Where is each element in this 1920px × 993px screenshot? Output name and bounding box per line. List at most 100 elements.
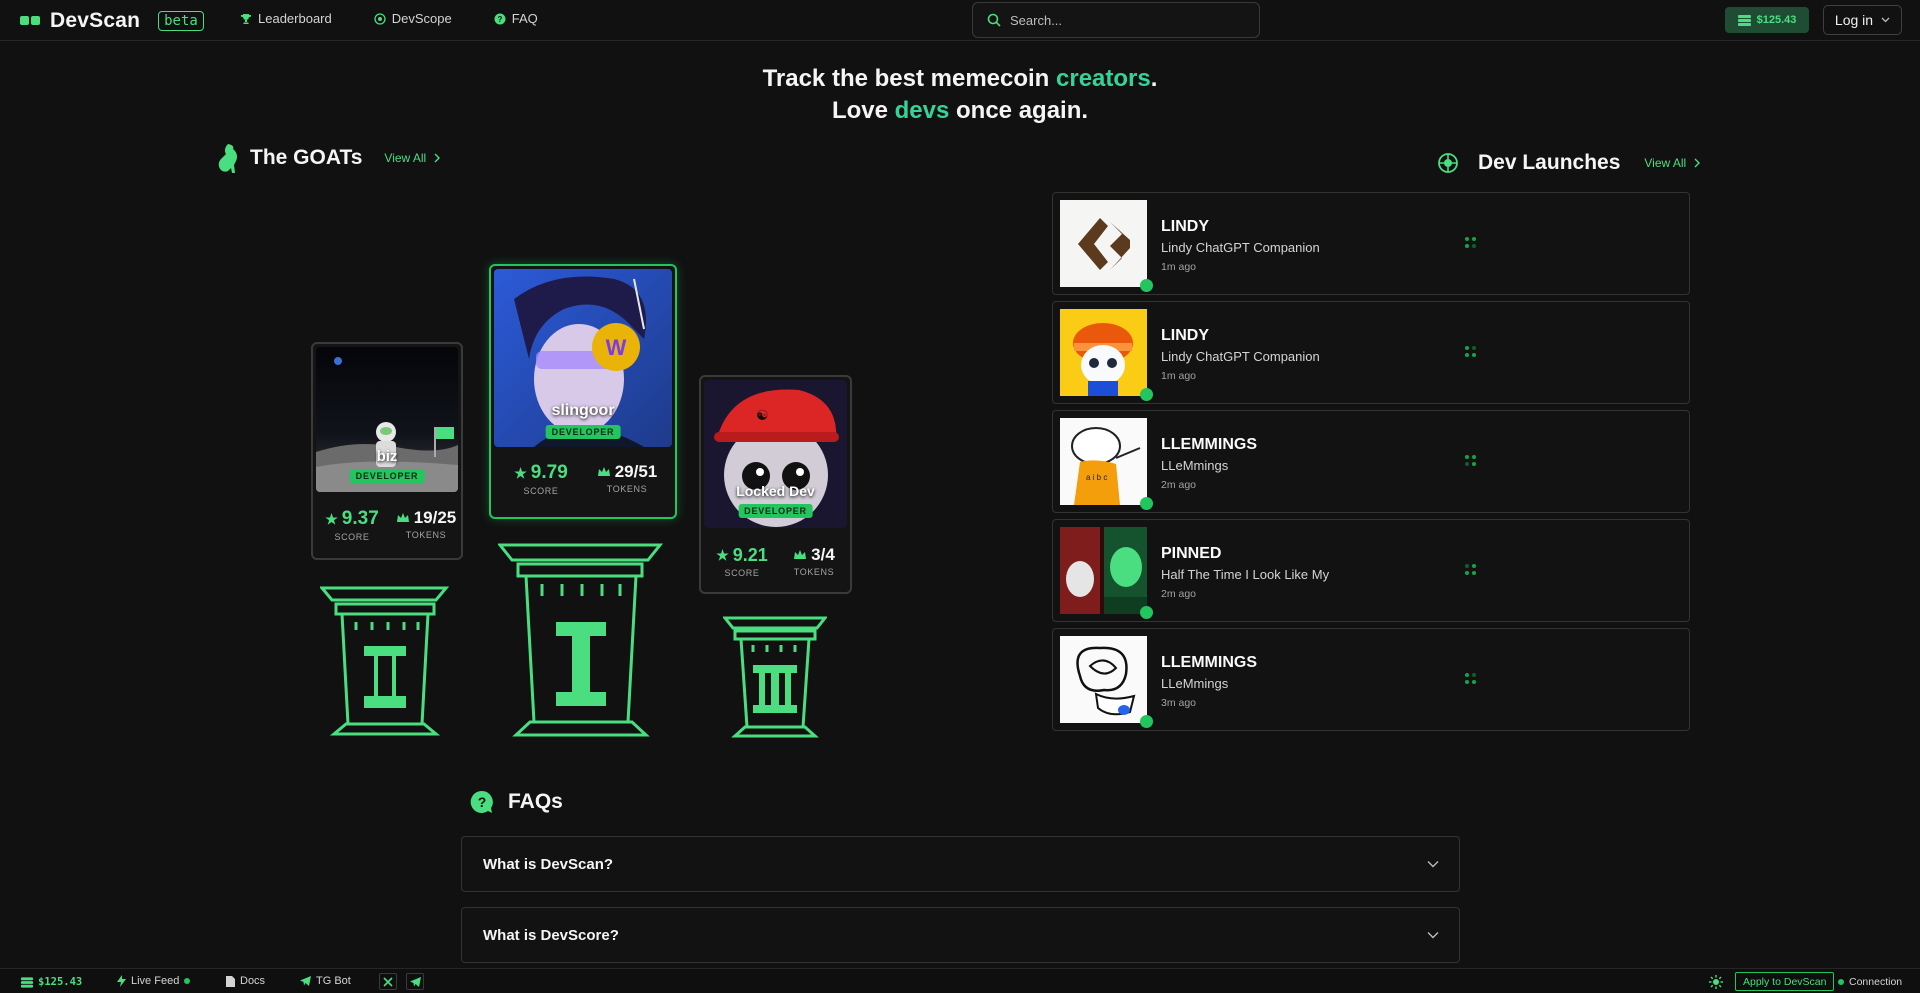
hero-text: Love xyxy=(831,97,895,124)
top-navbar: DevScan beta Leaderboard DevScope ? FAQ … xyxy=(0,0,1920,41)
score-stat: ★ 9.79 SCORE xyxy=(501,462,581,496)
question-bubble-icon: ? xyxy=(470,790,493,813)
footer-docs[interactable]: Docs xyxy=(226,975,265,987)
faq-question: What is DevScan? xyxy=(483,855,614,873)
score-label: SCORE xyxy=(724,568,760,578)
nav-item-leaderboard[interactable]: Leaderboard xyxy=(240,11,332,26)
goats-view-all-link[interactable]: View All xyxy=(384,151,441,165)
hero-accent: devs xyxy=(894,97,950,124)
tokens-label: TOKENS xyxy=(405,530,447,540)
search-box[interactable] xyxy=(972,2,1260,38)
dev-launches-title: Dev Launches xyxy=(1478,151,1621,174)
live-feed-label: Live Feed xyxy=(131,975,180,987)
goats-header: The GOATs View All xyxy=(216,143,441,173)
login-button[interactable]: Log in xyxy=(1823,5,1902,35)
score-value: 9.21 xyxy=(732,545,768,565)
launch-time: 3m ago xyxy=(1161,697,1197,709)
token-name: Half The Time I Look Like My xyxy=(1161,567,1330,582)
launches-view-all-link[interactable]: View All xyxy=(1644,156,1701,170)
goat-card-rank-3[interactable]: ☯ Locked Dev DEVELOPER ★ 9.21 SCORE 3/4 T… xyxy=(699,375,852,594)
score-stat: ★ 9.21 SCORE xyxy=(707,545,777,578)
token-name: LLeMmings xyxy=(1161,676,1229,691)
crown-icon xyxy=(597,467,610,476)
crown-icon xyxy=(396,513,409,522)
search-input[interactable] xyxy=(1010,12,1230,28)
goat-card-rank-1[interactable]: W slingoor DEVELOPER ★ 9.79 SCORE 29/51 T… xyxy=(489,264,677,519)
tokens-stat: 29/51 TOKENS xyxy=(587,462,667,494)
nav-item-faq[interactable]: ? FAQ xyxy=(494,11,538,26)
launch-item[interactable]: LINDY Lindy ChatGPT Companion 1m ago xyxy=(1052,301,1690,404)
logo[interactable]: DevScan beta xyxy=(20,9,204,33)
loading-dots-icon xyxy=(1465,564,1477,578)
launch-time: 1m ago xyxy=(1161,370,1197,382)
launch-time: 2m ago xyxy=(1161,588,1197,600)
hero-line-1: Track the best memecoin creators. xyxy=(0,63,1920,95)
nav-label: FAQ xyxy=(511,11,538,26)
launch-item[interactable]: LLEMMINGS LLeMmings 3m ago xyxy=(1052,628,1690,731)
chevron-right-icon xyxy=(1694,158,1701,168)
tokens-label: TOKENS xyxy=(606,484,648,494)
token-symbol: LINDY xyxy=(1161,218,1209,235)
goat-card-rank-2[interactable]: biz DEVELOPER ★ 9.37 SCORE 19/25 TOKENS xyxy=(311,342,463,560)
token-image xyxy=(1060,309,1147,396)
tokens-value: 19/25 xyxy=(413,508,457,527)
logo-text: DevScan xyxy=(50,9,141,32)
footer-balance-value: $125.43 xyxy=(38,976,83,988)
faq-title: FAQs xyxy=(508,790,563,813)
token-symbol: PINNED xyxy=(1161,545,1222,562)
svg-text:?: ? xyxy=(497,15,502,24)
connection-status: Connection xyxy=(1838,976,1902,988)
launch-item[interactable]: a i b c LLEMMINGS LLeMmings 2m ago xyxy=(1052,410,1690,513)
dev-name: slingoor xyxy=(551,402,615,419)
dev-launches-header: Dev Launches View All xyxy=(1438,151,1701,175)
footer-tg-bot[interactable]: TG Bot xyxy=(300,975,351,987)
chevron-right-icon xyxy=(434,153,441,163)
devscope-icon xyxy=(374,12,386,25)
hero-accent: creators xyxy=(1056,65,1151,92)
podium-pillar-1-icon xyxy=(498,543,664,737)
score-label: SCORE xyxy=(334,532,370,542)
devscan-logo-icon xyxy=(20,13,42,29)
wallet-balance-button[interactable]: $125.43 xyxy=(1725,7,1809,33)
tokens-stat: 3/4 TOKENS xyxy=(781,545,847,577)
telegram-social-button[interactable] xyxy=(406,973,424,990)
launch-item[interactable]: PINNED Half The Time I Look Like My 2m a… xyxy=(1052,519,1690,622)
view-all-label: View All xyxy=(1644,156,1687,170)
search-icon xyxy=(987,13,1001,27)
token-symbol: LINDY xyxy=(1161,327,1209,344)
connection-label: Connection xyxy=(1849,976,1903,988)
loading-dots-icon xyxy=(1465,346,1477,360)
x-social-button[interactable] xyxy=(379,973,397,990)
developer-badge: DEVELOPER xyxy=(349,469,425,483)
footer-live-feed[interactable]: Live Feed xyxy=(117,975,191,987)
dev-avatar: W xyxy=(494,269,672,447)
nav-item-devscope[interactable]: DevScope xyxy=(374,11,452,26)
faq-item[interactable]: What is DevScan? xyxy=(461,836,1460,892)
goats-title: The GOATs xyxy=(250,146,363,169)
tg-bot-label: TG Bot xyxy=(316,975,351,987)
score-value: 9.79 xyxy=(530,462,568,483)
balance-value: $125.43 xyxy=(1756,14,1797,26)
footer-balance[interactable]: $125.43 xyxy=(21,976,82,988)
token-symbol: LLEMMINGS xyxy=(1161,436,1257,453)
theme-toggle-sun-icon[interactable] xyxy=(1709,975,1723,989)
podium-pillar-2-icon xyxy=(320,586,450,736)
developer-badge: DEVELOPER xyxy=(738,504,813,518)
loading-dots-icon xyxy=(1465,455,1477,469)
faq-item[interactable]: What is DevScore? xyxy=(461,907,1460,963)
heart-badge-icon xyxy=(1140,606,1153,619)
loading-dots-icon xyxy=(1465,237,1477,251)
tokens-label: TOKENS xyxy=(793,567,835,577)
launch-time: 2m ago xyxy=(1161,479,1197,491)
document-icon xyxy=(226,975,235,987)
launch-item[interactable]: LINDY Lindy ChatGPT Companion 1m ago xyxy=(1052,192,1690,295)
developer-badge: DEVELOPER xyxy=(545,425,621,439)
chevron-down-icon xyxy=(1427,861,1439,868)
hero-text: once again. xyxy=(949,97,1089,124)
devscope-icon xyxy=(1438,153,1458,173)
hero-text: . xyxy=(1150,65,1158,92)
apply-to-devscan-button[interactable]: Apply to DevScan xyxy=(1735,972,1835,991)
help-icon: ? xyxy=(494,13,506,24)
token-name: Lindy ChatGPT Companion xyxy=(1161,349,1320,364)
x-logo-icon xyxy=(383,976,393,987)
